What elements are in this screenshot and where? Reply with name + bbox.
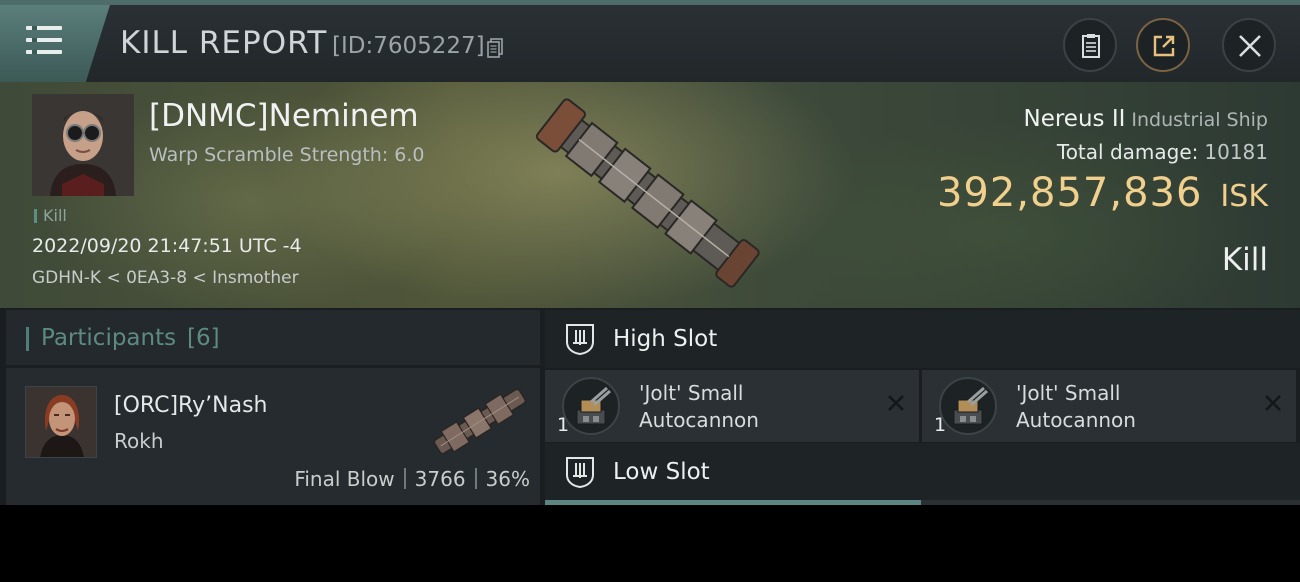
high-slot-label: High Slot bbox=[613, 326, 718, 352]
clipboard-icon bbox=[1082, 34, 1100, 58]
kill-type: Kill bbox=[1221, 242, 1268, 278]
copy-icon[interactable] bbox=[487, 38, 503, 58]
high-slot-header: High Slot bbox=[545, 310, 1300, 368]
participant-ship: Rokh bbox=[114, 429, 164, 453]
share-button[interactable] bbox=[1136, 18, 1190, 72]
participant-row[interactable]: [ORC]Ry’Nash Rokh Final Blow 3766 36% bbox=[6, 368, 540, 505]
victim-name[interactable]: [DNMC]Neminem bbox=[149, 98, 419, 134]
participant-name[interactable]: [ORC]Ry’Nash bbox=[114, 393, 267, 418]
high-slot-icon bbox=[566, 324, 594, 356]
low-slot-header: Low Slot bbox=[545, 443, 1300, 501]
participants-count: [6] bbox=[187, 325, 220, 351]
total-damage-label: Total damage: bbox=[1056, 140, 1199, 164]
autocannon-icon bbox=[939, 377, 997, 435]
participants-header[interactable]: Participants [6] bbox=[6, 310, 540, 365]
ship-name[interactable]: Nereus II bbox=[1024, 106, 1126, 132]
isk-unit: ISK bbox=[1220, 179, 1268, 214]
module-quantity: 1 bbox=[934, 414, 947, 436]
warp-scramble-strength: Warp Scramble Strength: 6.0 bbox=[149, 144, 425, 166]
kill-timestamp: 2022/09/20 21:47:51 UTC -4 bbox=[32, 235, 302, 257]
isk-value-line: 392,857,836 ISK bbox=[937, 170, 1268, 216]
isk-value: 392,857,836 bbox=[936, 170, 1203, 216]
participant-ship-image bbox=[433, 388, 527, 455]
module-quantity: 1 bbox=[557, 414, 570, 436]
participants-panel: Participants [6] [ORC]Ry’Nash Rokh Final… bbox=[6, 310, 540, 505]
module-item[interactable]: 1 'Jolt' Small Autocannon bbox=[545, 370, 919, 442]
destroyed-x-icon bbox=[1265, 395, 1281, 411]
total-damage-value: 10181 bbox=[1204, 140, 1268, 164]
header-bar: KILL REPORT [ID:7605227] bbox=[0, 0, 1300, 82]
destroyed-x-icon bbox=[888, 395, 904, 411]
kill-location[interactable]: GDHN-K < 0EA3-8 < Insmother bbox=[32, 268, 299, 288]
autocannon-icon bbox=[562, 377, 620, 435]
clipboard-button[interactable] bbox=[1063, 18, 1117, 72]
ship-info: Nereus II Industrial Ship bbox=[1024, 106, 1269, 132]
report-id: [ID:7605227] bbox=[332, 33, 485, 59]
close-icon bbox=[1239, 35, 1261, 57]
module-name: 'Jolt' Small Autocannon bbox=[639, 381, 759, 432]
share-icon bbox=[1153, 35, 1175, 57]
low-slot-label: Low Slot bbox=[613, 459, 710, 485]
kill-tag: Kill bbox=[34, 206, 67, 225]
menu-button[interactable] bbox=[0, 5, 110, 82]
total-damage: Total damage: 10181 bbox=[1057, 140, 1268, 164]
final-blow-label: Final Blow bbox=[294, 467, 395, 491]
kill-tag-label: Kill bbox=[43, 206, 67, 225]
scroll-indicator[interactable] bbox=[545, 500, 1300, 505]
participants-title: Participants bbox=[41, 325, 177, 351]
kill-report-window: KILL REPORT [ID:7605227] [DNMC]Neminem W… bbox=[0, 0, 1300, 505]
low-slot-icon bbox=[566, 457, 594, 489]
victim-avatar[interactable] bbox=[32, 94, 134, 196]
page-title: KILL REPORT bbox=[120, 25, 328, 61]
module-name: 'Jolt' Small Autocannon bbox=[1016, 381, 1136, 432]
participant-stats: Final Blow 3766 36% bbox=[294, 467, 530, 491]
participant-damage: 3766 bbox=[414, 467, 466, 491]
close-button[interactable] bbox=[1222, 18, 1276, 72]
victim-ship-image bbox=[535, 98, 760, 288]
module-item[interactable]: 1 'Jolt' Small Autocannon bbox=[922, 370, 1296, 442]
kill-banner: [DNMC]Neminem Warp Scramble Strength: 6.… bbox=[0, 82, 1300, 308]
ship-class: Industrial Ship bbox=[1131, 109, 1268, 131]
participant-avatar[interactable] bbox=[25, 386, 97, 458]
participant-damage-percent: 36% bbox=[485, 467, 530, 491]
